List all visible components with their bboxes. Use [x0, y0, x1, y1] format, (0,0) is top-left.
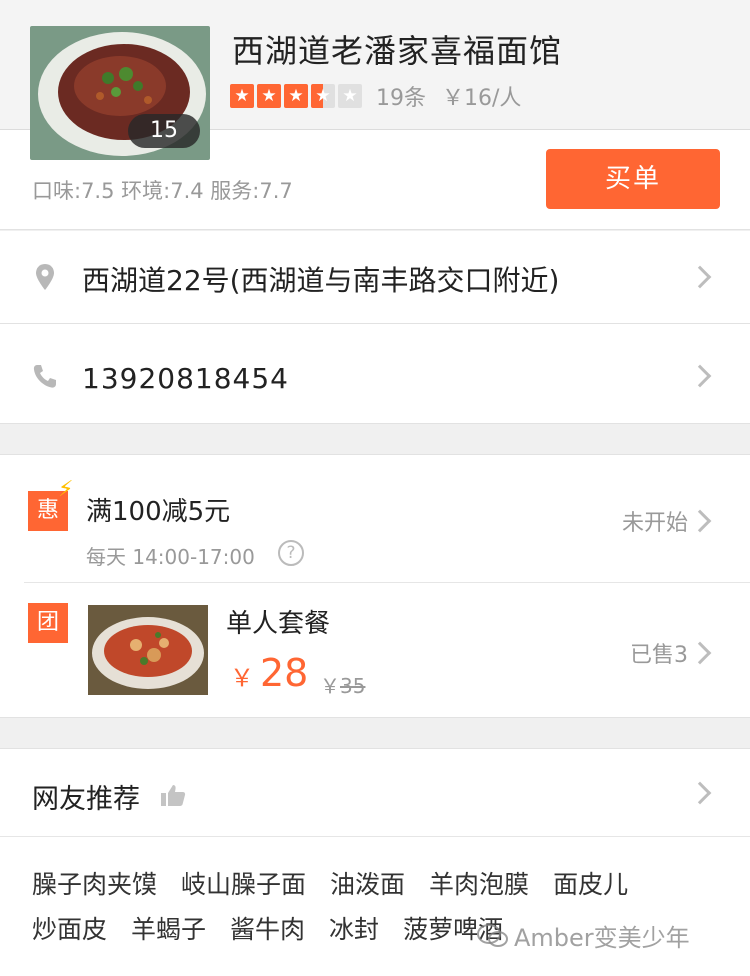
recommend-header[interactable]: 网友推荐	[0, 749, 750, 837]
thumbs-up-icon	[161, 785, 186, 806]
dish-tag[interactable]: 面皮儿	[553, 867, 628, 902]
star-empty-icon: ★	[338, 84, 362, 108]
help-icon[interactable]: ?	[278, 540, 304, 566]
chevron-right-icon	[688, 781, 712, 805]
chevron-right-icon	[688, 265, 712, 289]
review-count[interactable]: 19条	[376, 80, 426, 112]
avg-price: ￥16/人	[442, 86, 522, 111]
promo-time: 每天 14:00-17:00	[86, 545, 255, 569]
chevron-right-icon	[688, 509, 712, 533]
deals-section: 惠 ⚡ 满100减5元 每天 14:00-17:00 ? 未开始 团 单人套餐 …	[0, 454, 750, 718]
combo-name: 单人套餐	[226, 609, 331, 639]
star-half-icon: ★	[311, 84, 335, 108]
dish-tag[interactable]: 羊肉泡膜	[429, 867, 529, 902]
pay-button[interactable]: 买单	[546, 149, 720, 209]
rating-row: ★ ★ ★ ★ ★ 19条 ￥16/人	[230, 80, 522, 112]
chevron-right-icon	[688, 364, 712, 388]
chevron-right-icon	[688, 641, 712, 665]
recommend-title: 网友推荐	[32, 784, 140, 815]
lightning-icon: ⚡	[58, 477, 74, 502]
phone-icon	[33, 365, 56, 388]
star-icon: ★	[284, 84, 308, 108]
dish-tag[interactable]: 炒面皮	[32, 912, 107, 947]
address-text: 西湖道22号(西湖道与南丰路交口附近)	[82, 264, 560, 297]
dish-tag[interactable]: 冰封	[329, 912, 379, 947]
wechat-icon	[477, 923, 508, 947]
combo-price: ￥ 28	[230, 651, 308, 695]
divider	[24, 582, 750, 583]
watermark: Amber变美少年	[476, 918, 690, 953]
address-row[interactable]: 西湖道22号(西湖道与南丰路交口附近)	[0, 231, 750, 324]
dish-tag[interactable]: 酱牛肉	[230, 912, 305, 947]
orig-price-value: 35	[340, 674, 366, 698]
watermark-text: Amber变美少年	[514, 924, 690, 952]
currency-symbol: ￥	[230, 664, 254, 692]
promo-title: 满100减5元	[86, 497, 231, 527]
photo-count-badge: 15	[128, 114, 200, 148]
dish-tag[interactable]: 臊子肉夹馍	[32, 867, 157, 902]
star-icon: ★	[230, 84, 254, 108]
promo-status: 未开始	[621, 511, 688, 536]
combo-image	[88, 605, 208, 695]
shop-name: 西湖道老潘家喜福面馆	[232, 32, 563, 70]
combo-dish-image	[88, 605, 208, 695]
dish-tag[interactable]: 岐山臊子面	[181, 867, 306, 902]
group-deal-badge: 团	[28, 603, 68, 643]
location-pin-icon	[36, 264, 54, 290]
star-icon: ★	[257, 84, 281, 108]
shop-photo[interactable]: 15	[30, 26, 210, 160]
sub-scores: 口味:7.5 环境:7.4 服务:7.7	[32, 179, 293, 203]
star-rating: ★ ★ ★ ★ ★	[230, 84, 362, 108]
phone-number: 13920818454	[82, 362, 289, 395]
sold-count: 已售3	[630, 643, 688, 668]
price-value: 28	[260, 651, 309, 695]
tag-line: 臊子肉夹馍 岐山臊子面 油泼面 羊肉泡膜 面皮儿	[32, 867, 732, 902]
dish-tag[interactable]: 羊蝎子	[131, 912, 206, 947]
dish-tag[interactable]: 油泼面	[330, 867, 405, 902]
original-price: ￥35	[320, 670, 365, 699]
phone-row[interactable]: 13920818454	[0, 324, 750, 424]
orig-currency: ￥	[320, 674, 340, 698]
